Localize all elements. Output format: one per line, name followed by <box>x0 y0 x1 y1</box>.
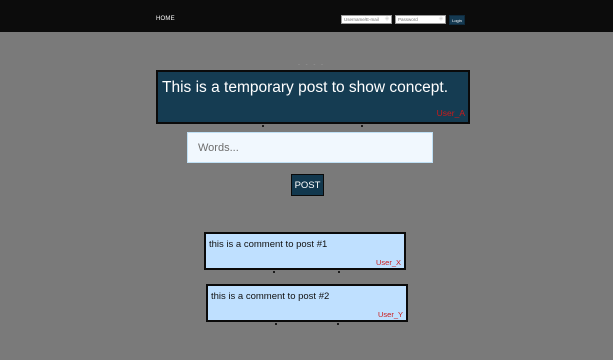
comment-card: this is a comment to post #2 User_Y <box>206 284 408 322</box>
comment-text: this is a comment to post #2 <box>211 291 330 302</box>
separator-dots: - - - - <box>298 62 325 68</box>
words-input[interactable] <box>187 132 433 163</box>
divider-tick <box>337 323 339 325</box>
divider-tick <box>262 125 264 127</box>
home-link[interactable]: HOME <box>156 16 175 22</box>
divider-tick <box>361 125 363 127</box>
divider-tick <box>275 323 277 325</box>
divider-tick <box>273 271 275 273</box>
top-nav-bar: HOME ◈ ◈ Login <box>0 0 613 32</box>
comment-text: this is a comment to post #1 <box>209 239 328 250</box>
post-button[interactable]: POST <box>291 174 324 196</box>
post-author[interactable]: User_A <box>437 108 465 118</box>
key-icon: ◈ <box>384 16 390 22</box>
comment-author[interactable]: User_Y <box>378 310 403 319</box>
post-text: This is a temporary post to show concept… <box>162 79 449 96</box>
key-icon: ◈ <box>438 16 444 22</box>
comment-author[interactable]: User_X <box>376 258 401 267</box>
post-card: This is a temporary post to show concept… <box>156 70 470 124</box>
login-button[interactable]: Login <box>449 15 465 25</box>
comment-card: this is a comment to post #1 User_X <box>204 232 406 270</box>
divider-tick <box>338 271 340 273</box>
